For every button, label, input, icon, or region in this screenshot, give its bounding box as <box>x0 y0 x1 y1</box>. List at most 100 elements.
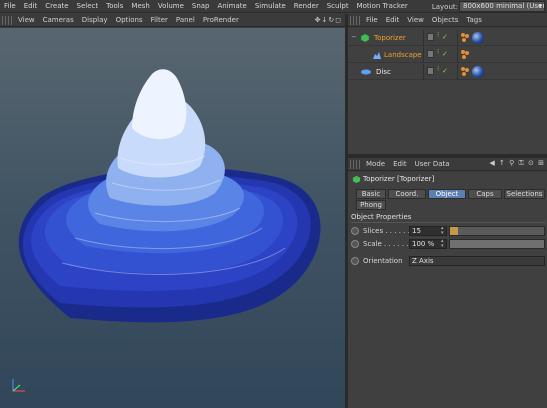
menu-select[interactable]: Select <box>73 2 103 10</box>
tab-basic[interactable]: Basic <box>356 189 386 199</box>
layer-icon[interactable] <box>427 50 434 58</box>
material-tag-icon[interactable] <box>472 66 484 78</box>
enabled-check-icon[interactable]: ✓ <box>442 33 448 41</box>
menu-edit[interactable]: Edit <box>20 2 42 10</box>
viewport-menu-options[interactable]: Options <box>112 16 147 24</box>
om-menu-file[interactable]: File <box>362 16 382 24</box>
menu-file[interactable]: File <box>0 2 20 10</box>
am-menu-user-data[interactable]: User Data <box>411 160 454 168</box>
object-name[interactable]: Landscape <box>384 51 422 59</box>
viewport-menu-panel[interactable]: Panel <box>172 16 199 24</box>
object-row-landscape[interactable]: Landscape ⁝ ✓ <box>348 47 547 63</box>
tab-coord[interactable]: Coord. <box>388 189 426 199</box>
viewport-nav-icons[interactable]: ✥↓↻◻ <box>315 16 342 24</box>
object-flags: ⁝ ✓ <box>423 30 448 46</box>
viewport-menubar: View Cameras Display Options Filter Pane… <box>0 14 345 27</box>
object-tags <box>457 47 469 63</box>
menu-simulate[interactable]: Simulate <box>251 2 290 10</box>
phong-tag-icon[interactable] <box>460 66 470 78</box>
om-menu-view[interactable]: View <box>403 16 428 24</box>
slices-slider[interactable] <box>449 226 545 236</box>
grip-icon[interactable] <box>350 15 360 25</box>
object-tags <box>457 30 484 46</box>
orientation-dropdown[interactable]: Z Axis <box>409 256 545 266</box>
attribute-manager-menubar: Mode Edit User Data ◀ ↑ ⚲ ⚿ ⊙ ⊞ <box>348 158 547 171</box>
tab-phong[interactable]: Phong <box>356 200 386 210</box>
menu-render[interactable]: Render <box>290 2 323 10</box>
menu-sculpt[interactable]: Sculpt <box>323 2 353 10</box>
viewport-menu-prorender[interactable]: ProRender <box>199 16 243 24</box>
viewport-menu-view[interactable]: View <box>14 16 39 24</box>
animate-radio-icon[interactable] <box>351 227 359 235</box>
object-name[interactable]: Disc <box>376 68 391 76</box>
layout-label: Layout: <box>431 3 458 11</box>
settings-icon[interactable]: ⊙ <box>528 159 535 167</box>
viewport-menu-filter[interactable]: Filter <box>147 16 172 24</box>
back-arrow-icon[interactable]: ◀ <box>489 159 495 167</box>
viewport-menu-cameras[interactable]: Cameras <box>39 16 78 24</box>
om-menu-tags[interactable]: Tags <box>462 16 486 24</box>
menu-mesh[interactable]: Mesh <box>127 2 153 10</box>
am-menu-edit[interactable]: Edit <box>389 160 411 168</box>
spinner-icon[interactable]: ▴ ▾ <box>441 239 447 249</box>
up-arrow-icon[interactable]: ↑ <box>499 159 506 167</box>
prop-label: Orientation <box>363 257 403 265</box>
slider-fill <box>450 227 458 235</box>
menu-motion-tracker[interactable]: Motion Tracker <box>353 2 412 10</box>
animate-radio-icon[interactable] <box>351 240 359 248</box>
layout-dropdown[interactable]: 800x600 minimal (User) ▾ <box>459 1 545 12</box>
grip-icon[interactable] <box>350 159 360 169</box>
visibility-dots-icon[interactable]: ⁝ <box>437 48 439 56</box>
om-menu-objects[interactable]: Objects <box>428 16 462 24</box>
grip-icon[interactable] <box>2 15 12 25</box>
terraced-landscape-render <box>18 69 321 323</box>
am-menu-mode[interactable]: Mode <box>362 160 389 168</box>
object-manager: − Toporizer ⁝ ✓ Landscape ⁝ ✓ Disc ⁝ ✓ <box>348 28 547 154</box>
scale-slider[interactable] <box>449 239 545 249</box>
menu-create[interactable]: Create <box>41 2 72 10</box>
attribute-manager: Toporizer [Toporizer] Basic Coord. Objec… <box>348 172 547 408</box>
section-header: Object Properties <box>351 213 545 223</box>
visibility-dots-icon[interactable]: ⁝ <box>437 31 439 39</box>
menu-snap[interactable]: Snap <box>188 2 214 10</box>
menu-tools[interactable]: Tools <box>102 2 127 10</box>
prop-row-scale: Scale . . . . . . 100 % ▴ ▾ <box>351 239 545 250</box>
attribute-title: Toporizer [Toporizer] <box>363 175 435 183</box>
layer-icon[interactable] <box>427 33 434 41</box>
lock-icon[interactable]: ⚿ <box>518 159 524 167</box>
material-tag-icon[interactable] <box>472 32 484 44</box>
toporizer-icon <box>352 175 361 186</box>
spinner-icon[interactable]: ▴ ▾ <box>441 226 447 236</box>
menu-animate[interactable]: Animate <box>214 2 251 10</box>
menu-volume[interactable]: Volume <box>154 2 188 10</box>
object-tags <box>457 64 484 80</box>
tab-object[interactable]: Object <box>428 189 466 199</box>
landscape-icon <box>372 50 382 62</box>
new-panel-icon[interactable]: ⊞ <box>538 159 545 167</box>
enabled-check-icon[interactable]: ✓ <box>442 67 448 75</box>
prop-row-orientation: Orientation Z Axis <box>351 256 545 267</box>
object-row-disc[interactable]: Disc ⁝ ✓ <box>348 64 547 80</box>
collapse-icon[interactable]: − <box>351 33 357 41</box>
search-icon[interactable]: ⚲ <box>509 159 515 167</box>
phong-tag-icon[interactable] <box>460 49 470 61</box>
enabled-check-icon[interactable]: ✓ <box>442 50 448 58</box>
tab-selections[interactable]: Selections <box>504 189 545 199</box>
object-flags: ⁝ ✓ <box>423 64 448 80</box>
visibility-dots-icon[interactable]: ⁝ <box>437 65 439 73</box>
chevron-down-icon: ▾ <box>538 2 542 10</box>
om-menu-edit[interactable]: Edit <box>382 16 404 24</box>
tab-caps[interactable]: Caps <box>468 189 502 199</box>
3d-viewport[interactable] <box>0 28 345 408</box>
object-manager-menubar: File Edit View Objects Tags <box>348 14 547 27</box>
viewport-menu-display[interactable]: Display <box>78 16 112 24</box>
animate-radio-icon[interactable] <box>351 257 359 265</box>
layer-icon[interactable] <box>427 67 434 75</box>
layout-dropdown-value: 800x600 minimal (User) <box>463 2 545 10</box>
object-name[interactable]: Toporizer <box>374 34 406 42</box>
object-row-toporizer[interactable]: − Toporizer ⁝ ✓ <box>348 30 547 46</box>
phong-tag-icon[interactable] <box>460 32 470 44</box>
slider-fill <box>450 240 544 248</box>
disc-icon <box>360 68 372 78</box>
object-flags: ⁝ ✓ <box>423 47 448 63</box>
